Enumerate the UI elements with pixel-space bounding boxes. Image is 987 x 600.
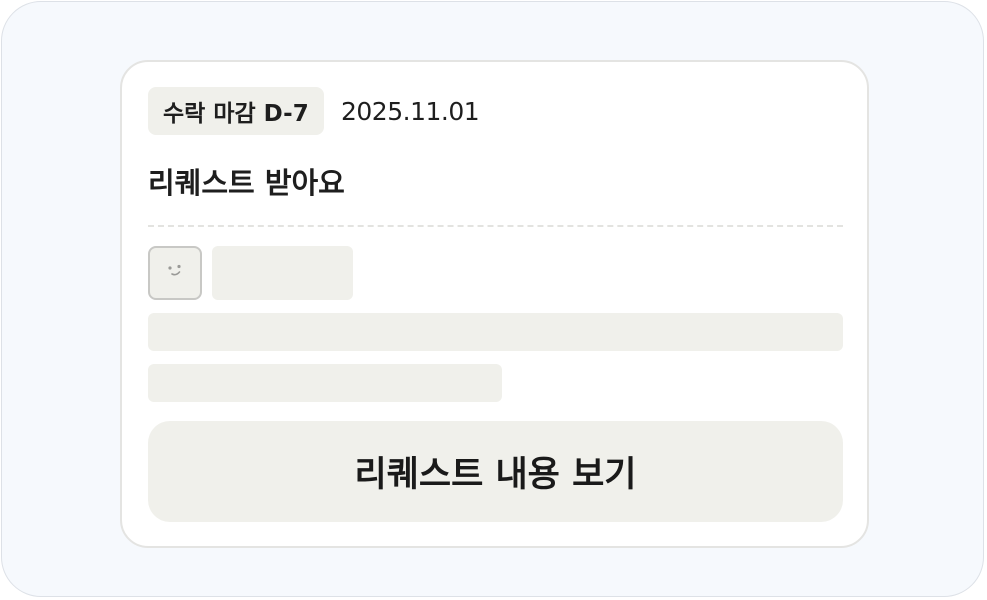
skeleton-text-line — [148, 313, 843, 351]
avatar — [148, 246, 202, 300]
card-title: 리퀘스트 받아요 — [148, 166, 345, 200]
dashed-divider — [148, 225, 843, 227]
smiley-face-icon — [164, 263, 186, 283]
skeleton-text-line — [148, 364, 502, 402]
request-date: 2025.11.01 — [341, 96, 480, 126]
skeleton-username — [212, 246, 353, 300]
deadline-badge: 수락 마감 D-7 — [148, 87, 324, 135]
outer-frame: 수락 마감 D-7 2025.11.01 리퀘스트 받아요 리퀘스트 내용 보기 — [1, 1, 984, 597]
request-card: 수락 마감 D-7 2025.11.01 리퀘스트 받아요 리퀘스트 내용 보기 — [120, 60, 869, 548]
view-request-button[interactable]: 리퀘스트 내용 보기 — [148, 421, 843, 522]
